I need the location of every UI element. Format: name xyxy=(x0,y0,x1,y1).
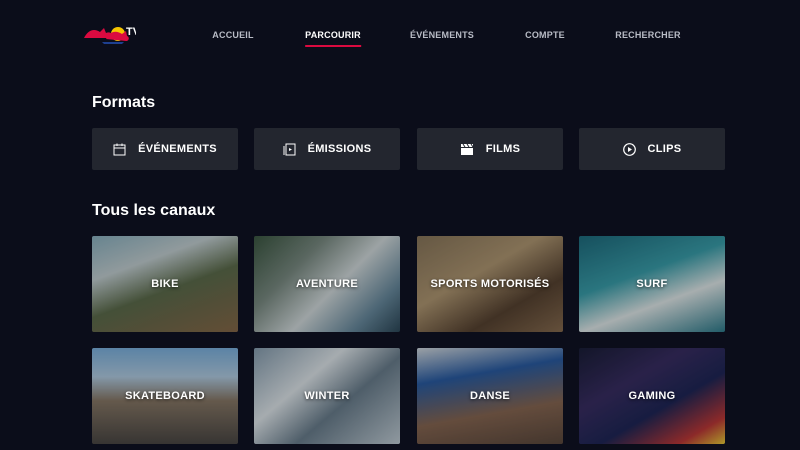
format-button-label: FILMS xyxy=(485,143,521,155)
nav-item-evenements[interactable]: ÉVÉNEMENTS xyxy=(410,30,474,40)
formats-heading: Formats xyxy=(92,94,156,111)
format-button-label: ÉVÉNEMENTS xyxy=(138,143,217,155)
format-button-label: CLIPS xyxy=(647,143,682,155)
channel-tile-label: WINTER xyxy=(304,390,350,402)
channels-heading: Tous les canaux xyxy=(92,202,216,219)
format-button-label: ÉMISSIONS xyxy=(307,143,372,155)
clapperboard-icon xyxy=(460,143,474,155)
format-button-films[interactable]: FILMS xyxy=(417,128,563,170)
channel-tile-winter[interactable]: WINTER xyxy=(254,348,400,444)
calendar-icon xyxy=(113,143,126,155)
nav-item-compte[interactable]: COMPTE xyxy=(525,30,565,40)
top-nav: ACCUEIL PARCOURIR ÉVÉNEMENTS COMPTE RECH… xyxy=(0,30,800,50)
channel-tile-label: SKATEBOARD xyxy=(125,390,205,402)
format-button-clips[interactable]: CLIPS xyxy=(579,128,725,170)
channel-tile-label: SURF xyxy=(636,278,668,290)
channel-tile-label: SPORTS MOTORISÉS xyxy=(430,278,550,290)
nav-item-accueil[interactable]: ACCUEIL xyxy=(212,30,253,40)
nav-item-rechercher[interactable]: RECHERCHER xyxy=(615,30,681,40)
format-button-emissions[interactable]: ÉMISSIONS xyxy=(254,128,400,170)
channel-tile-label: AVENTURE xyxy=(295,278,359,290)
channel-tile-danse[interactable]: DANSE xyxy=(417,348,563,444)
episodes-icon xyxy=(283,143,296,155)
channel-tile-label: DANSE xyxy=(469,390,510,402)
play-circle-icon xyxy=(622,142,636,156)
channel-tile-label: GAMING xyxy=(628,390,676,402)
channel-tile-bike[interactable]: BIKE xyxy=(92,236,238,332)
channel-tile-aventure[interactable]: AVENTURE xyxy=(254,236,400,332)
channel-tile-skateboard[interactable]: SKATEBOARD xyxy=(92,348,238,444)
nav-item-parcourir[interactable]: PARCOURIR xyxy=(305,30,361,47)
channel-tile-label: BIKE xyxy=(151,278,179,290)
channel-tile-sports-motorises[interactable]: SPORTS MOTORISÉS xyxy=(417,236,563,332)
format-button-evenements[interactable]: ÉVÉNEMENTS xyxy=(92,128,238,170)
channel-tile-surf[interactable]: SURF xyxy=(579,236,725,332)
channel-tile-gaming[interactable]: GAMING xyxy=(579,348,725,444)
